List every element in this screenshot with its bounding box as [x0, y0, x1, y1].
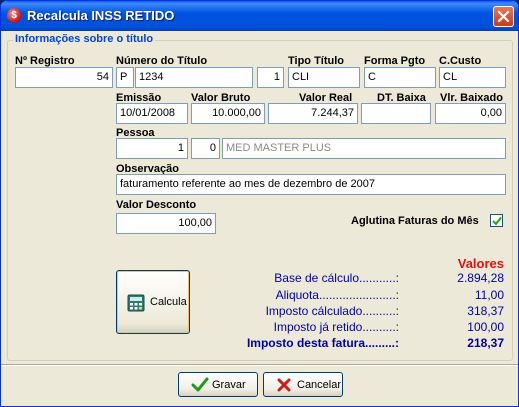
tipo-titulo-field[interactable]: CLI [288, 67, 360, 88]
dt-baixa-field[interactable] [361, 103, 431, 124]
aliquota-label: Aliquota.......................: [275, 288, 399, 302]
registro-label: Nº Registro [15, 55, 75, 67]
title-bar[interactable]: $ Recalcula INSS RETIDO [1, 1, 518, 31]
info-groupbox [7, 40, 513, 361]
checkmark-icon [191, 377, 209, 392]
calcula-button[interactable]: Calcula [116, 270, 190, 334]
vlr-baixado-field[interactable]: 0,00 [435, 103, 506, 124]
imposto-retido-label: Imposto já retido..........: [273, 320, 399, 334]
c-custo-label: C.Custo [439, 55, 482, 67]
numero-titulo-field[interactable]: 1234 [135, 67, 253, 88]
x-cancel-icon [277, 378, 291, 392]
close-icon [497, 10, 510, 23]
pessoa-code2-field[interactable]: 0 [191, 138, 220, 159]
registro-field[interactable]: 54 [15, 67, 113, 88]
dialog-window: $ Recalcula INSS RETIDO Informações sobr… [0, 0, 519, 407]
emissao-field[interactable]: 10/01/2008 [116, 103, 188, 124]
numero-titulo-label: Número do Título [116, 55, 208, 67]
app-logo-icon: $ [7, 8, 21, 23]
gravar-button[interactable]: Gravar [178, 372, 258, 397]
close-button[interactable] [493, 6, 514, 27]
aglutina-label: Aglutina Faturas do Mês [351, 215, 479, 227]
footer-separator [1, 364, 518, 366]
calcula-label: Calcula [150, 296, 187, 308]
forma-pgto-field[interactable]: C [364, 67, 436, 88]
valor-desconto-label: Valor Desconto [116, 199, 197, 211]
imposto-retido-value: 100,00 [467, 320, 504, 334]
imposto-fatura-value: 218,37 [467, 336, 504, 350]
base-calculo-label: Base de cálculo...........: [274, 271, 399, 285]
parcela-field[interactable]: 1 [257, 67, 284, 88]
calculator-icon [127, 294, 145, 312]
cancelar-label: Cancelar [297, 379, 342, 391]
imposto-calculado-label: Imposto cálculado..........: [265, 304, 399, 318]
valor-bruto-field[interactable]: 10.000,00 [191, 103, 265, 124]
valor-desconto-field[interactable]: 100,00 [116, 213, 216, 234]
checkmark-icon [492, 216, 502, 226]
base-calculo-value: 2.894,28 [457, 271, 504, 285]
aglutina-checkbox[interactable] [490, 214, 503, 227]
gravar-label: Gravar [212, 379, 246, 391]
observacao-field[interactable]: faturamento referente ao mes de dezembro… [116, 174, 506, 195]
numero-prefix-field[interactable]: P [116, 67, 134, 88]
imposto-calculado-value: 318,37 [467, 304, 504, 318]
valores-header: Valores [457, 256, 504, 271]
aliquota-value: 11,00 [474, 288, 504, 302]
c-custo-field[interactable]: CL [439, 67, 506, 88]
forma-pgto-label: Forma Pgto [364, 55, 426, 67]
group-title: Informações sobre o título [13, 33, 156, 45]
valor-real-field[interactable]: 7.244,37 [268, 103, 358, 124]
pessoa-code1-field[interactable]: 1 [116, 138, 188, 159]
tipo-titulo-label: Tipo Título [288, 55, 345, 67]
cancelar-button[interactable]: Cancelar [263, 372, 343, 397]
imposto-fatura-label: Imposto desta fatura.........: [246, 336, 399, 350]
window-title: Recalcula INSS RETIDO [27, 8, 175, 23]
pessoa-name-field[interactable]: MED MASTER PLUS [222, 138, 506, 159]
